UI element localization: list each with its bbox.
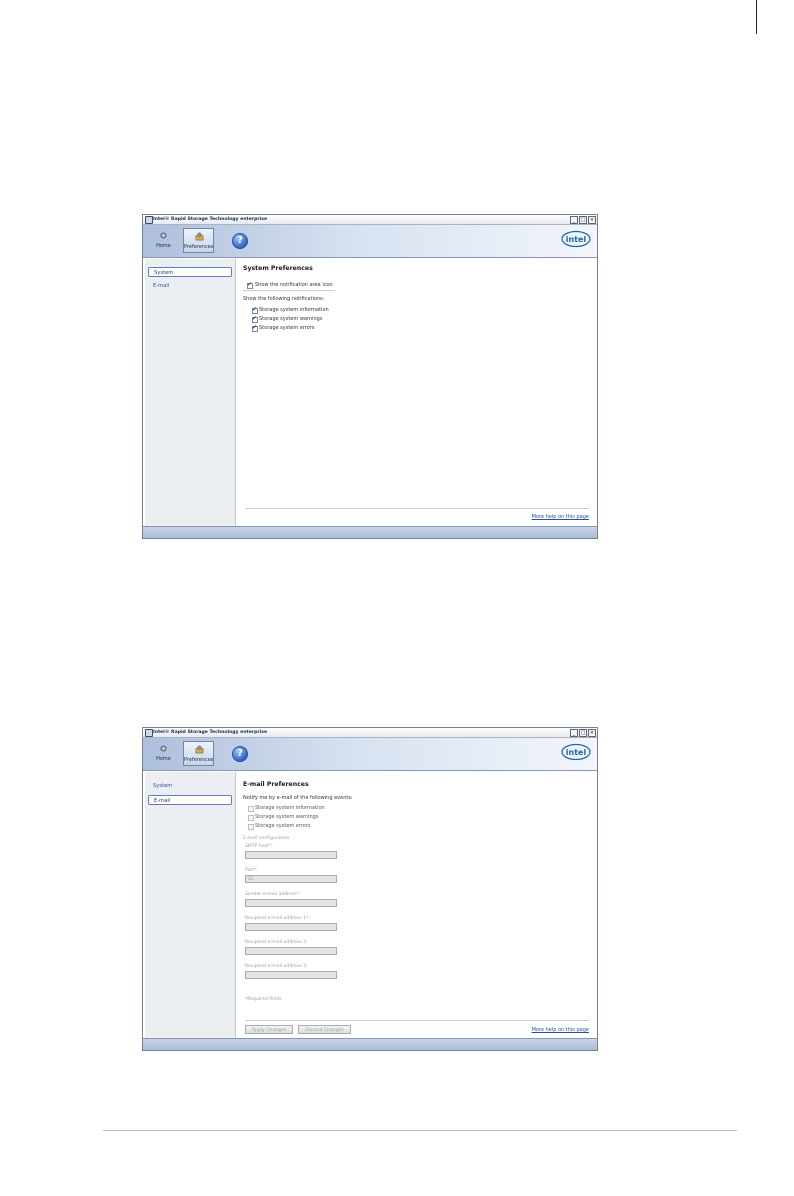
more-help-link[interactable]: More help on this page xyxy=(532,514,589,520)
info-label: Storage system information xyxy=(259,307,329,313)
preferences-icon xyxy=(195,745,204,754)
home-icon xyxy=(160,745,167,752)
preferences-button[interactable]: Preferences xyxy=(183,228,214,253)
app-icon xyxy=(145,216,153,224)
separator xyxy=(243,290,335,291)
minimize-button[interactable]: _ xyxy=(570,729,578,737)
show-icon-label: Show the notification area icon xyxy=(255,282,333,288)
preferences-label: Preferences xyxy=(184,757,214,763)
intel-logo: intel xyxy=(561,743,591,761)
home-button[interactable]: Home xyxy=(148,741,179,766)
warnings-label: Storage system warnings xyxy=(259,316,323,322)
sender-input[interactable] xyxy=(245,899,337,907)
show-icon-checkbox[interactable] xyxy=(247,281,253,289)
port-label: Port*: xyxy=(245,868,258,873)
help-icon[interactable]: ? xyxy=(232,746,248,762)
intel-logo: intel xyxy=(561,230,591,248)
page-cut-line xyxy=(756,0,757,34)
svg-text:intel: intel xyxy=(566,235,587,244)
sidebar: System E-mail xyxy=(145,259,236,526)
email-errors-checkbox[interactable] xyxy=(248,824,254,830)
rst-window-system: Intel® Rapid Storage Technology enterpri… xyxy=(142,214,598,539)
errors-checkbox[interactable] xyxy=(252,324,258,332)
app-icon xyxy=(145,729,153,737)
errors-label: Storage system errors xyxy=(259,325,315,331)
discard-changes-button[interactable]: Discard Changes xyxy=(298,1025,351,1034)
help-icon[interactable]: ? xyxy=(232,233,248,249)
home-button[interactable]: Home xyxy=(148,228,179,253)
warnings-checkbox[interactable] xyxy=(252,315,258,323)
home-icon xyxy=(160,232,167,239)
smtp-host-label: SMTP host*: xyxy=(245,844,273,849)
footer-separator xyxy=(245,1020,589,1021)
maximize-button[interactable]: □ xyxy=(579,729,587,737)
content-pane: E-mail Preferences Notify me by e-mail o… xyxy=(237,772,595,1038)
notify-heading: Notify me by e-mail of the following eve… xyxy=(243,795,353,801)
sidebar-item-email[interactable]: E-mail xyxy=(148,281,232,291)
minimize-button[interactable]: _ xyxy=(570,216,578,224)
preferences-button[interactable]: Preferences xyxy=(183,741,214,766)
window-title: Intel® Rapid Storage Technology enterpri… xyxy=(153,730,268,735)
email-info-checkbox[interactable] xyxy=(248,806,254,812)
recipient2-label: Recipient e-mail address 2: xyxy=(245,940,308,945)
page-title: System Preferences xyxy=(243,265,313,272)
info-checkbox[interactable] xyxy=(252,306,258,314)
sender-label: Sender e-mail address*: xyxy=(245,892,301,897)
sidebar-item-system[interactable]: System xyxy=(148,267,232,277)
preferences-icon xyxy=(195,232,204,241)
port-input[interactable]: 25 xyxy=(245,875,337,883)
footer-separator xyxy=(245,508,589,509)
sidebar-item-email[interactable]: E-mail xyxy=(148,795,232,805)
more-help-link[interactable]: More help on this page xyxy=(532,1027,589,1033)
window-title: Intel® Rapid Storage Technology enterpri… xyxy=(153,217,268,222)
window-controls: _ □ × xyxy=(570,729,596,737)
rst-window-email: Intel® Rapid Storage Technology enterpri… xyxy=(142,727,598,1051)
email-warnings-label: Storage system warnings xyxy=(255,814,319,820)
content-pane: System Preferences Show the notification… xyxy=(237,259,595,526)
home-label: Home xyxy=(156,243,171,249)
svg-text:intel: intel xyxy=(566,748,587,757)
email-info-label: Storage system information xyxy=(255,805,325,811)
page-footer-rule xyxy=(103,1130,737,1131)
window-controls: _ □ × xyxy=(570,216,596,224)
status-bar xyxy=(143,526,597,538)
title-bar: Intel® Rapid Storage Technology enterpri… xyxy=(143,728,597,738)
sidebar: System E-mail xyxy=(145,772,236,1038)
home-label: Home xyxy=(156,756,171,762)
apply-changes-button[interactable]: Apply Changes xyxy=(245,1025,293,1034)
sidebar-item-system[interactable]: System xyxy=(148,781,232,791)
close-button[interactable]: × xyxy=(588,729,596,737)
notifications-heading: Show the following notifications: xyxy=(243,296,325,302)
recipient3-input[interactable] xyxy=(245,971,337,979)
close-button[interactable]: × xyxy=(588,216,596,224)
config-heading: E-mail configuration xyxy=(243,836,290,841)
smtp-host-input[interactable] xyxy=(245,851,337,859)
recipient1-label: Recipient e-mail address 1*: xyxy=(245,916,310,921)
toolbar: Home Preferences ? intel xyxy=(143,738,597,771)
email-errors-label: Storage system errors xyxy=(255,823,311,829)
recipient3-label: Recipient e-mail address 3: xyxy=(245,964,308,969)
title-bar: Intel® Rapid Storage Technology enterpri… xyxy=(143,215,597,225)
maximize-button[interactable]: □ xyxy=(579,216,587,224)
preferences-label: Preferences xyxy=(184,244,214,250)
recipient1-input[interactable] xyxy=(245,923,337,931)
page-title: E-mail Preferences xyxy=(243,781,309,788)
email-warnings-checkbox[interactable] xyxy=(248,815,254,821)
status-bar xyxy=(143,1038,597,1050)
required-note: *Required fields xyxy=(245,997,282,1002)
recipient2-input[interactable] xyxy=(245,947,337,955)
toolbar: Home Preferences ? intel xyxy=(143,225,597,258)
